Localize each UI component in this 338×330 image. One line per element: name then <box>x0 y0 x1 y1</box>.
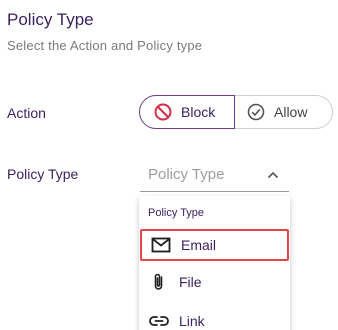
block-button[interactable]: Block <box>139 95 235 129</box>
chevron-up-icon[interactable] <box>266 168 280 182</box>
option-email[interactable]: Email <box>140 229 289 261</box>
select-placeholder: Policy Type <box>148 166 225 183</box>
paperclip-icon <box>154 273 163 290</box>
block-icon <box>154 103 172 121</box>
policy-type-label: Policy Type <box>7 166 79 182</box>
page-title: Policy Type <box>7 10 94 29</box>
policy-type-select[interactable]: Policy Type <box>140 158 289 192</box>
action-label: Action <box>7 105 46 121</box>
option-link[interactable]: Link <box>139 305 290 330</box>
check-circle-icon <box>247 103 265 121</box>
block-button-label: Block <box>181 104 216 120</box>
action-toggle: Block Allow <box>139 95 333 129</box>
link-icon <box>149 316 169 326</box>
page-subtitle: Select the Action and Policy type <box>7 38 203 53</box>
allow-button[interactable]: Allow <box>235 95 333 129</box>
allow-button-label: Allow <box>274 104 308 120</box>
email-icon <box>151 237 171 253</box>
option-file-label: File <box>179 274 202 290</box>
policy-type-dropdown: Policy Type Email File Link <box>139 196 290 330</box>
option-file[interactable]: File <box>139 266 290 298</box>
option-email-label: Email <box>181 237 217 253</box>
dropdown-header: Policy Type <box>148 207 205 219</box>
option-link-label: Link <box>179 313 205 329</box>
